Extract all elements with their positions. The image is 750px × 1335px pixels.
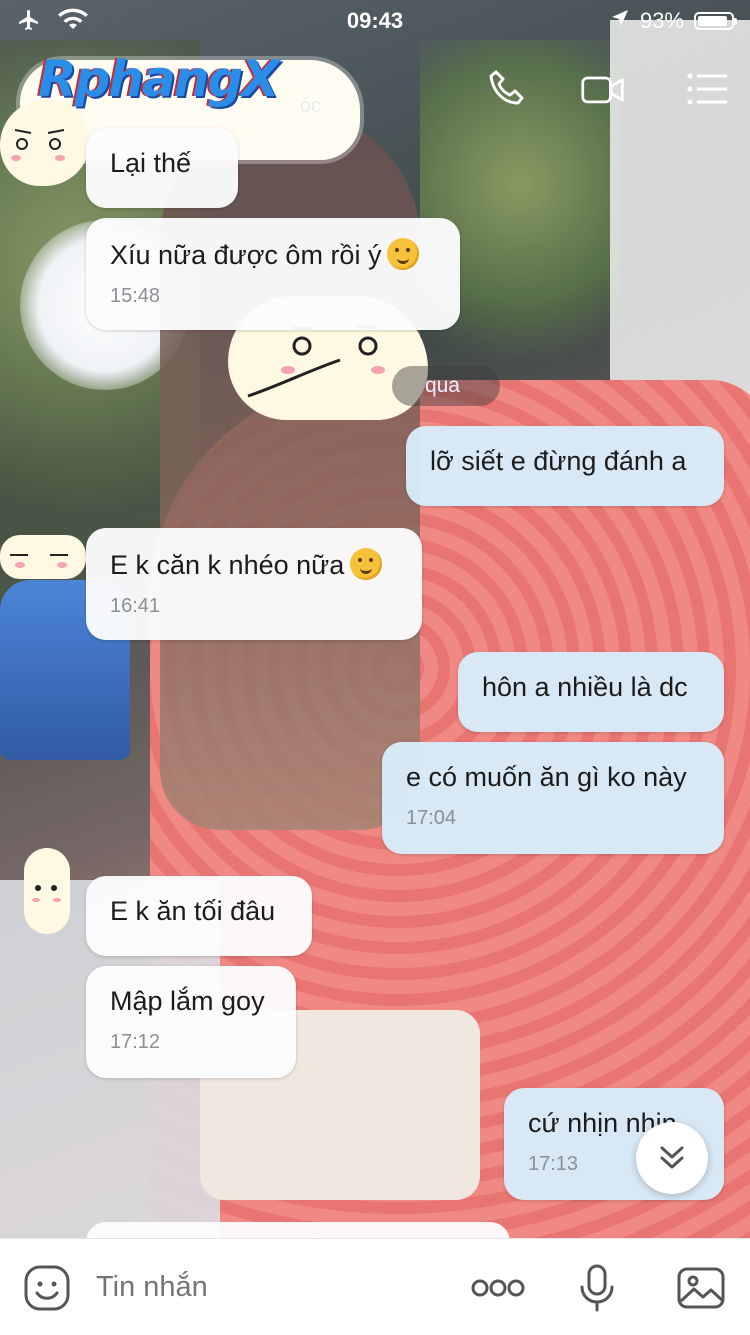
image-icon[interactable] xyxy=(676,1263,726,1313)
menu-list-icon[interactable] xyxy=(684,66,730,112)
battery-fill xyxy=(698,16,728,26)
message-text: Mập lắm goy xyxy=(110,986,265,1016)
message-bubble-outgoing[interactable]: e có muốn ăn gì ko này 17:04 xyxy=(382,742,724,854)
chat-status-text: óc xyxy=(300,95,322,117)
avatar-sticker xyxy=(24,848,70,934)
double-chevron-down-icon xyxy=(660,1146,684,1169)
battery-icon xyxy=(694,12,737,30)
message-bubble-incoming[interactable]: E k căn k nhéo nữa 16:41 xyxy=(86,528,422,640)
message-text: E k căn k nhéo nữa xyxy=(110,550,345,580)
message-bubble-incoming[interactable]: Lại thế xyxy=(86,128,238,208)
phone-icon[interactable] xyxy=(484,66,530,112)
message-text: Lại thế xyxy=(110,148,192,178)
location-arrow-icon xyxy=(610,8,630,34)
sticker-icon[interactable] xyxy=(22,1263,72,1313)
message-text: hôn a nhiều là dc xyxy=(482,672,688,702)
message-text: e có muốn ăn gì ko này xyxy=(406,762,687,792)
message-text: Xíu nữa được ôm rồi ý xyxy=(110,240,382,270)
chat-header: RphangX óc xyxy=(0,40,750,160)
message-time: 16:41 xyxy=(110,595,161,617)
microphone-icon[interactable] xyxy=(572,1263,622,1313)
message-text: lỡ siết e đừng đánh a xyxy=(430,446,687,476)
message-time: 15:48 xyxy=(110,285,161,307)
message-bubble-outgoing[interactable]: hôn a nhiều là dc xyxy=(458,652,724,732)
message-text: E k ăn tối đâu xyxy=(110,896,276,926)
thinking-emoji-icon xyxy=(350,548,383,580)
message-bubble-incoming[interactable]: Xíu nữa được ôm rồi ý 15:48 xyxy=(86,218,460,330)
status-bar: 09:43 93% xyxy=(0,0,750,40)
message-input-bar xyxy=(0,1238,750,1335)
avatar-sticker xyxy=(0,100,90,186)
more-icon[interactable] xyxy=(470,1263,526,1313)
message-time: 17:04 xyxy=(406,807,457,829)
avatar-sticker xyxy=(0,535,86,579)
message-input[interactable] xyxy=(96,1271,436,1304)
thinking-emoji-icon xyxy=(387,238,420,270)
scroll-to-bottom-button[interactable] xyxy=(636,1122,708,1194)
battery-percent: 93% xyxy=(639,8,684,33)
message-bubble-incoming[interactable]: Mập lắm goy 17:12 xyxy=(86,966,296,1078)
date-separator: qua xyxy=(392,366,500,406)
message-time: 17:12 xyxy=(110,1031,161,1053)
video-call-icon[interactable] xyxy=(580,66,630,112)
message-bubble-incoming[interactable]: E k ăn tối đâu xyxy=(86,876,312,956)
message-bubble-outgoing[interactable]: lỡ siết e đừng đánh a xyxy=(406,426,724,506)
